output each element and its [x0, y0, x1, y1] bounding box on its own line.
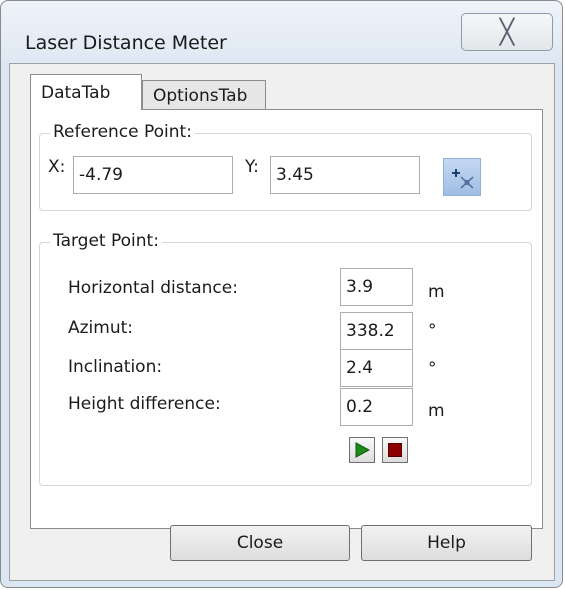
azimut-label: Azimut:: [68, 318, 134, 338]
tab-data[interactable]: DataTab: [30, 74, 142, 110]
horizontal-distance-field[interactable]: 3.9: [340, 268, 413, 306]
pick-reference-point-button[interactable]: [443, 158, 481, 196]
height-difference-label: Height difference:: [68, 394, 221, 414]
play-icon: [355, 442, 370, 458]
tab-label: OptionsTab: [153, 85, 248, 106]
height-difference-field[interactable]: 0.2: [340, 388, 413, 426]
target-point-group: Target Point: Horizontal distance: 3.9 m…: [39, 231, 532, 486]
tab-options[interactable]: OptionsTab: [142, 80, 266, 110]
horizontal-distance-unit: m: [428, 282, 445, 302]
target-point-title: Target Point:: [50, 231, 162, 251]
y-label: Y:: [245, 157, 259, 177]
dialog-client-area: DataTab OptionsTab Reference Point: X: -…: [9, 63, 555, 581]
tab-panel-data: Reference Point: X: -4.79 Y: 3.45 Target…: [30, 109, 543, 529]
window-title: Laser Distance Meter: [25, 32, 227, 54]
inclination-unit: °: [428, 359, 437, 379]
start-measurement-button[interactable]: [349, 437, 375, 463]
azimut-field[interactable]: 338.2: [340, 312, 413, 350]
help-button-label: Help: [427, 533, 466, 553]
x-input[interactable]: -4.79: [73, 156, 233, 194]
x-label: X:: [48, 157, 66, 177]
tab-label: DataTab: [41, 82, 111, 103]
close-button-label: Close: [236, 533, 284, 553]
stop-icon: [388, 443, 402, 457]
reference-point-title: Reference Point:: [50, 122, 195, 142]
close-icon: ╳: [499, 18, 515, 46]
reference-point-group: Reference Point: X: -4.79 Y: 3.45: [39, 122, 532, 211]
inclination-field[interactable]: 2.4: [340, 349, 413, 387]
crosshair-pick-icon: [452, 169, 474, 189]
y-input[interactable]: 3.45: [270, 156, 420, 194]
horizontal-distance-label: Horizontal distance:: [68, 278, 238, 298]
help-button[interactable]: Help: [361, 525, 532, 561]
azimut-unit: °: [428, 321, 437, 341]
stop-measurement-button[interactable]: [382, 437, 408, 463]
window-close-button[interactable]: ╳: [461, 13, 553, 51]
inclination-label: Inclination:: [68, 357, 163, 377]
dialog-window: Laser Distance Meter ╳ DataTab OptionsTa…: [0, 0, 563, 588]
title-bar[interactable]: Laser Distance Meter ╳: [1, 1, 562, 63]
height-difference-unit: m: [428, 401, 445, 421]
close-button[interactable]: Close: [170, 525, 350, 561]
